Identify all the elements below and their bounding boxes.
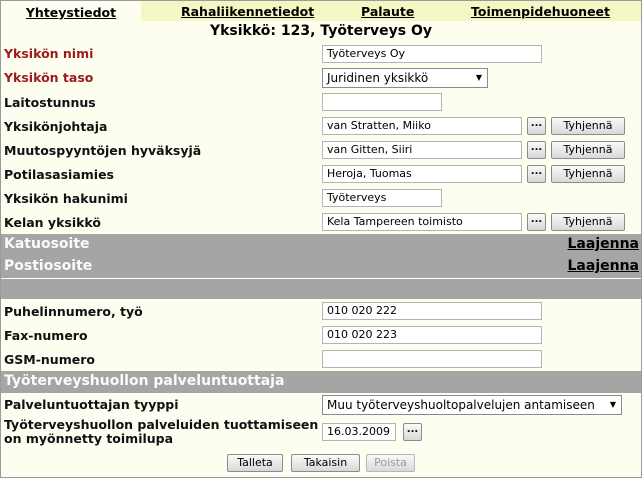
- change-approver-label: Muutospyyntöjen hyväksyjä: [4, 143, 202, 158]
- delete-button[interactable]: Poista: [366, 454, 415, 472]
- phone-label: Puhelinnumero, työ: [4, 304, 143, 319]
- street-address-section: Katuosoite Laajenna: [1, 234, 641, 256]
- postal-address-expand-link[interactable]: Laajenna: [568, 258, 640, 274]
- institution-code-label: Laitostunnus: [4, 95, 96, 110]
- patient-ombudsman-browse-button[interactable]: ...: [527, 165, 546, 183]
- section-divider: [1, 279, 641, 299]
- fax-label: Fax-numero: [4, 328, 88, 343]
- tab-bar: Yhteystiedot Rahaliikennetiedot Palaute …: [1, 1, 641, 21]
- chevron-down-icon: ▼: [475, 73, 482, 82]
- unit-manager-input[interactable]: van Stratten, Miiko: [322, 117, 522, 135]
- save-button[interactable]: Talleta: [227, 454, 283, 472]
- unit-search-name-label: Yksikön hakunimi: [4, 191, 128, 206]
- fax-input[interactable]: 010 020 223: [322, 326, 542, 344]
- unit-manager-clear-button[interactable]: Tyhjennä: [551, 117, 625, 135]
- change-approver-clear-button[interactable]: Tyhjennä: [551, 141, 625, 159]
- kela-unit-input[interactable]: Kela Tampereen toimisto: [322, 213, 522, 231]
- unit-search-name-input[interactable]: Työterveys: [322, 189, 442, 207]
- street-address-title: Katuosoite: [4, 236, 90, 252]
- patient-ombudsman-clear-button[interactable]: Tyhjennä: [551, 165, 625, 183]
- tab-yhteystiedot[interactable]: Yhteystiedot: [1, 1, 141, 21]
- postal-address-title: Postiosoite: [4, 258, 93, 274]
- change-approver-browse-button[interactable]: ...: [527, 141, 546, 159]
- kela-unit-clear-button[interactable]: Tyhjennä: [551, 213, 625, 231]
- unit-manager-label: Yksikönjohtaja: [4, 119, 108, 134]
- provider-type-value: Muu työterveyshuoltopalvelujen antamisee…: [327, 398, 595, 412]
- chevron-down-icon: ▼: [609, 400, 616, 409]
- license-date-input[interactable]: 16.03.2009: [322, 423, 396, 441]
- license-label: Työterveyshuollon palveluiden tuottamise…: [4, 417, 319, 446]
- phone-input[interactable]: 010 020 222: [322, 302, 542, 320]
- street-address-expand-link[interactable]: Laajenna: [568, 236, 640, 252]
- provider-type-select[interactable]: Muu työterveyshuoltopalvelujen antamisee…: [322, 395, 622, 415]
- unit-level-label: Yksikön taso: [4, 70, 94, 85]
- unit-name-label: Yksikön nimi: [4, 46, 94, 61]
- provider-type-label: Palveluntuottajan tyyppi: [4, 397, 179, 412]
- change-approver-input[interactable]: van Gitten, Siiri: [322, 141, 522, 159]
- page-title: Yksikkö: 123, Työterveys Oy: [209, 23, 433, 39]
- form-window: Yhteystiedot Rahaliikennetiedot Palaute …: [0, 0, 642, 478]
- service-provider-title: Työterveyshuollon palveluntuottaja: [4, 373, 285, 389]
- patient-ombudsman-label: Potilasasiamies: [4, 167, 114, 182]
- tab-rahaliikennetiedot[interactable]: Rahaliikennetiedot: [181, 4, 314, 19]
- postal-address-section: Postiosoite Laajenna: [1, 256, 641, 278]
- unit-name-input[interactable]: Työterveys Oy: [322, 45, 542, 63]
- back-button[interactable]: Takaisin: [291, 454, 360, 472]
- gsm-input[interactable]: [322, 350, 542, 368]
- kela-unit-label: Kelan yksikkö: [4, 215, 101, 230]
- calendar-button[interactable]: ...: [403, 423, 422, 441]
- unit-manager-browse-button[interactable]: ...: [527, 117, 546, 135]
- institution-code-input[interactable]: [322, 93, 442, 111]
- unit-level-select[interactable]: Juridinen yksikkö ▼: [322, 68, 488, 88]
- service-provider-section: Työterveyshuollon palveluntuottaja: [1, 371, 641, 393]
- tab-palaute[interactable]: Palaute: [361, 4, 414, 19]
- kela-unit-browse-button[interactable]: ...: [527, 213, 546, 231]
- unit-level-value: Juridinen yksikkö: [327, 71, 429, 85]
- gsm-label: GSM-numero: [4, 352, 95, 367]
- tab-toimenpidehuoneet[interactable]: Toimenpidehuoneet: [471, 4, 610, 19]
- patient-ombudsman-input[interactable]: Heroja, Tuomas: [322, 165, 522, 183]
